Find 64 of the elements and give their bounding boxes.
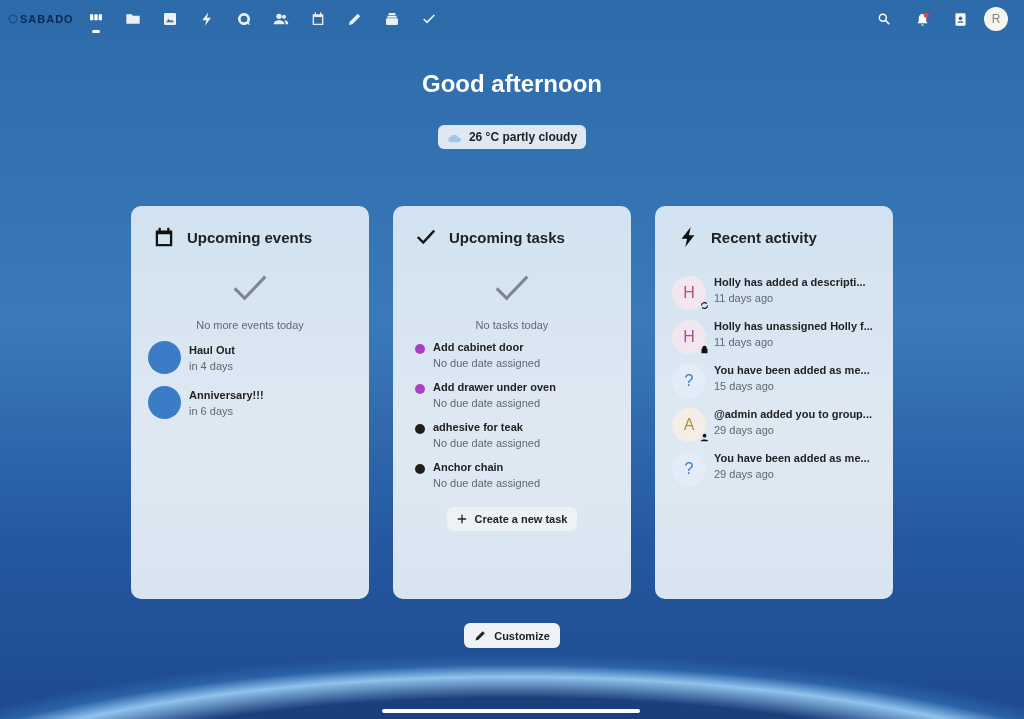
item-subtitle: 29 days ago — [714, 424, 775, 436]
list-item[interactable]: Add cabinet door No due date assigned — [415, 341, 609, 369]
calendar-icon — [310, 11, 326, 27]
create-task-button[interactable]: Create a new task — [446, 507, 578, 531]
empty-message: No more events today — [196, 319, 304, 331]
deck-icon — [384, 11, 400, 27]
user-avatar[interactable]: R — [984, 7, 1008, 31]
item-subtitle: 11 days ago — [714, 336, 775, 348]
list-item[interactable]: Add drawer under oven No due date assigned — [415, 381, 609, 409]
person-icon — [700, 433, 709, 442]
list-item[interactable]: Anchor chain No due date assigned — [415, 461, 609, 489]
checkmark-icon — [494, 274, 530, 301]
item-title: You have been added as me... — [714, 364, 870, 376]
item-subtitle: No due date assigned — [433, 437, 541, 449]
item-subtitle: in 6 days — [189, 404, 235, 417]
list-item[interactable]: ? You have been added as me... 29 days ago — [672, 452, 871, 486]
widget-title: Upcoming events — [187, 228, 313, 246]
pencil-icon — [347, 11, 363, 27]
item-title: adhesive for teak — [433, 421, 524, 433]
list-item[interactable]: A @admin added you to group... 29 days ago — [672, 408, 871, 442]
list-item[interactable]: H Holly has unassigned Holly f... 11 days ago — [672, 320, 871, 354]
list-item[interactable]: Haul Out in 4 days — [148, 341, 347, 374]
item-subtitle: No due date assigned — [433, 477, 541, 489]
sync-icon — [700, 301, 709, 310]
item-title: Add cabinet door — [433, 341, 525, 353]
calendar-icon — [153, 226, 175, 248]
image-icon — [162, 11, 178, 27]
item-subtitle: 15 days ago — [714, 380, 775, 392]
weather-text: 26 °C partly cloudy — [468, 130, 578, 144]
user-avatar: H — [672, 276, 706, 310]
plus-icon — [456, 514, 467, 524]
list-item[interactable]: H Holly has added a descripti... 11 days ago — [672, 276, 871, 310]
item-title: @admin added you to group... — [714, 408, 872, 420]
user-avatar: ? — [672, 364, 706, 398]
checkmark-icon — [232, 274, 268, 301]
greeting-title: Good afternoon — [422, 70, 602, 98]
item-title: Anchor chain — [433, 461, 505, 473]
user-avatar: H — [672, 320, 706, 354]
weather-badge[interactable]: 26 °C partly cloudy — [437, 125, 587, 149]
list-item[interactable]: Anniversary!!! in 6 days — [148, 386, 347, 419]
item-subtitle: No due date assigned — [433, 397, 542, 409]
item-subtitle: 29 days ago — [714, 468, 775, 480]
user-avatar: A — [672, 408, 706, 442]
item-title: Add drawer under oven — [433, 381, 556, 393]
list-item[interactable]: adhesive for teak No due date assigned — [415, 421, 609, 449]
widget-title: Upcoming tasks — [449, 228, 565, 246]
pencil-icon — [474, 629, 488, 642]
item-title: You have been added as me... — [714, 452, 870, 464]
folder-icon — [125, 11, 141, 27]
empty-message: No tasks today — [475, 319, 549, 331]
customize-button[interactable]: Customize — [464, 623, 560, 648]
list-item[interactable]: ? You have been added as me... 15 days ago — [672, 364, 871, 398]
user-avatar: ? — [672, 452, 706, 486]
lock-icon — [700, 345, 709, 354]
item-title: Holly has added a descripti... — [714, 276, 866, 288]
item-title: Anniversary!!! — [189, 388, 264, 401]
item-subtitle: 11 days ago — [714, 292, 775, 304]
widget-title: Recent activity — [711, 228, 817, 246]
item-subtitle: in 4 days — [189, 359, 235, 372]
item-title: Haul Out — [189, 343, 235, 356]
item-subtitle: No due date assigned — [433, 357, 541, 369]
item-title: Holly has unassigned Holly f... — [714, 320, 873, 332]
contacts-icon — [273, 11, 289, 27]
chat-icon — [236, 11, 252, 27]
